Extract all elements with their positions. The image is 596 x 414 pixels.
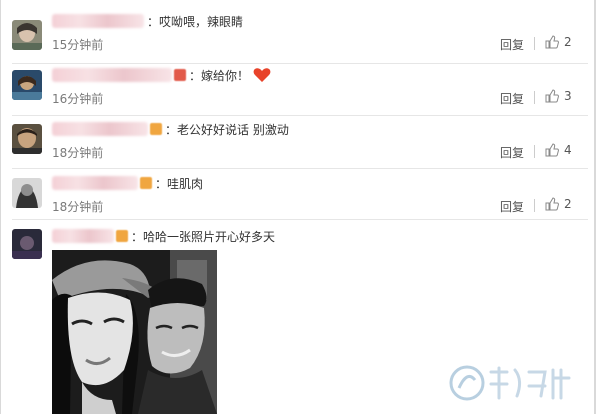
timestamp: 15分钟前 [52, 38, 104, 52]
comment-text: ：老公好好说话 别激动 [165, 122, 289, 137]
reply-button[interactable]: 回复 [500, 198, 524, 215]
comment-divider [12, 115, 588, 116]
action-divider [534, 91, 535, 104]
reply-button[interactable]: 回复 [500, 144, 524, 161]
reply-button[interactable]: 回复 [500, 90, 524, 107]
comment-divider [12, 219, 588, 220]
comment-divider [12, 63, 588, 64]
user-badge [116, 230, 128, 242]
comment-text: ：哇肌肉 [155, 176, 204, 191]
like-button[interactable]: 2 [545, 197, 572, 211]
comment-line: ：老公好好说话 别激动 [52, 120, 289, 138]
comment-divider [12, 168, 588, 169]
comment-line: ：哈哈一张照片开心好多天 [52, 227, 275, 245]
action-divider [534, 199, 535, 212]
reply-button[interactable]: 回复 [500, 36, 524, 53]
like-count: 2 [564, 35, 572, 49]
comment-text: ：哎呦喂，辣眼睛 [147, 14, 244, 29]
like-count: 3 [564, 89, 572, 103]
timestamp: 18分钟前 [52, 200, 104, 214]
like-button[interactable]: 4 [545, 143, 572, 157]
username[interactable] [52, 176, 138, 190]
comment-text: ：哈哈一张照片开心好多天 [131, 229, 276, 244]
like-button[interactable]: 3 [545, 89, 572, 103]
like-count: 4 [564, 143, 572, 157]
user-badge [150, 123, 162, 135]
action-divider [534, 37, 535, 50]
thumbs-up-icon [545, 35, 559, 49]
comment-line: ：哇肌肉 [52, 174, 203, 192]
username[interactable] [52, 229, 114, 243]
comment-line: ：嫁给你！ [52, 66, 271, 84]
avatar[interactable] [12, 20, 42, 50]
username[interactable] [52, 122, 148, 136]
user-badge [174, 69, 186, 81]
comment-text: ：嫁给你！ [189, 68, 250, 83]
like-count: 2 [564, 197, 572, 211]
thumbs-up-icon [545, 197, 559, 211]
username[interactable] [52, 68, 172, 82]
thumbs-up-icon [545, 143, 559, 157]
comment-line: ：哎呦喂，辣眼睛 [52, 12, 243, 30]
thumbs-up-icon [545, 89, 559, 103]
like-button[interactable]: 2 [545, 35, 572, 49]
left-border [0, 0, 1, 414]
avatar[interactable] [12, 178, 42, 208]
timestamp: 18分钟前 [52, 146, 104, 160]
watermark-logo [449, 365, 571, 401]
heart-emoji-icon [253, 68, 271, 82]
timestamp: 16分钟前 [52, 92, 104, 106]
username[interactable] [52, 14, 144, 28]
attached-photo[interactable] [52, 250, 217, 414]
avatar[interactable] [12, 229, 42, 259]
avatar[interactable] [12, 124, 42, 154]
avatar[interactable] [12, 70, 42, 100]
action-divider [534, 145, 535, 158]
user-badge [140, 177, 152, 189]
